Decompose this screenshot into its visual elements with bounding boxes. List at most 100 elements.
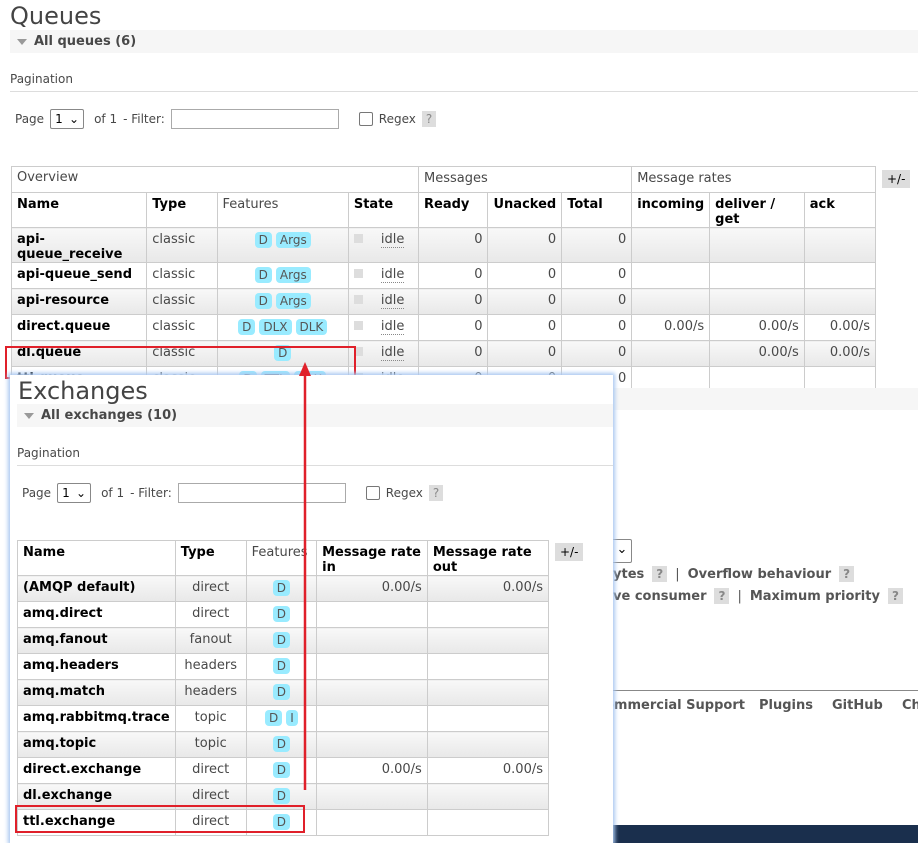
column-header[interactable]: incoming [631,192,711,228]
help-icon[interactable]: ? [652,566,668,582]
queue-ack: 0.00/s [803,340,877,367]
arg-bytes: ytes [613,566,645,582]
column-header[interactable]: State [347,192,420,228]
exchange-type: headers [174,679,247,706]
column-header[interactable]: ack [803,192,877,228]
column-header[interactable]: Message rate out [426,540,550,576]
arg-maximum-priority[interactable]: Maximum priority [750,589,880,604]
exchange-name-link[interactable]: amq.topic [17,731,176,758]
column-header[interactable]: Name [17,540,176,576]
state-indicator-icon [353,269,363,278]
column-header[interactable]: Name [10,192,148,228]
all-queues-toggle[interactable]: All queues (6) [10,30,918,53]
help-icon[interactable]: ? [839,566,855,582]
filter-label: - Filter: [130,486,172,500]
queue-state: idle [347,262,420,289]
column-header[interactable]: Type [174,540,247,576]
feature-badge: D [254,293,272,309]
exchange-name-link[interactable]: amq.match [17,679,176,706]
exchange-name-link[interactable]: (AMQP default) [17,575,176,602]
footer-link-github[interactable]: GitHub [832,698,883,713]
help-icon[interactable]: ? [887,588,903,604]
rate-in: 0.00/s [316,575,428,602]
column-header[interactable]: Unacked [487,192,563,228]
rate-out [426,601,550,628]
column-header[interactable]: Features [216,192,349,228]
exchange-name-link[interactable]: direct.exchange [17,757,176,784]
pagination-label: Pagination [17,446,613,466]
column-header[interactable]: deliver / get [709,192,805,228]
page-label: Page [22,486,52,500]
queue-state: idle [347,288,420,315]
feature-badge: D [238,319,256,335]
queue-unacked: 0 [487,262,563,289]
footer-link-commercial-support[interactable]: ommercial Support [605,698,745,713]
state-label: idle [380,293,405,309]
regex-checkbox[interactable] [365,486,380,500]
all-exchanges-toggle[interactable]: All exchanges (10) [17,404,613,427]
column-header[interactable]: Message rate in [316,540,428,576]
page-select[interactable]: 1 ⌄ [57,483,92,503]
exchange-type: fanout [174,627,247,654]
queue-name-link[interactable]: direct.queue [10,314,148,341]
rate-out [426,627,550,654]
exchange-name-link[interactable]: amq.headers [17,653,176,680]
queue-unacked: 0 [487,227,563,263]
regex-checkbox[interactable] [358,112,373,126]
footer-divider [613,690,918,691]
table-row[interactable]: (AMQP default) direct D 0.00/s 0.00/s [17,575,550,602]
table-row[interactable]: amq.direct direct D [17,601,550,628]
exchange-name-link[interactable]: amq.fanout [17,627,176,654]
exchange-type: topic [174,731,247,758]
queue-features: D Args [216,288,349,315]
queue-name-link[interactable]: api-resource [10,288,148,315]
column-header[interactable]: Type [146,192,218,228]
queue-deliver: 0.00/s [709,314,805,341]
footer-link-changelog[interactable]: Ch [902,698,918,713]
rate-in [316,653,428,680]
footer-link-plugins[interactable]: Plugins [759,698,813,713]
table-row[interactable]: direct.queue classic D DLX DLK idle 0 0 0 0.00/s 0… [10,314,877,341]
exchange-name-link[interactable]: amq.rabbitmq.trace [17,705,176,732]
table-row[interactable]: amq.fanout fanout D [17,627,550,654]
state-indicator-icon [353,234,363,243]
filter-input[interactable] [170,109,339,129]
page-select[interactable]: 1 ⌄ [50,109,85,129]
exchange-name-link[interactable]: amq.direct [17,601,176,628]
arg-overflow-behaviour[interactable]: Overflow behaviour [688,567,832,582]
queue-state: idle [347,314,420,341]
regex-label: Regex [385,486,423,500]
help-icon[interactable]: ? [428,485,444,501]
table-row[interactable]: api-queue_send classic D Args idle 0 0 0 [10,262,877,289]
table-row[interactable]: amq.headers headers D [17,653,550,680]
queue-unacked: 0 [487,340,563,367]
help-icon[interactable]: ? [714,588,730,604]
queue-deliver [709,262,805,289]
table-row[interactable]: amq.match headers D [17,679,550,706]
table-row[interactable]: amq.topic topic D [17,731,550,758]
table-row[interactable]: api-resource classic D Args idle 0 0 0 [10,288,877,315]
help-icon[interactable]: ? [421,111,437,127]
chevron-down-icon[interactable]: ⌄ [613,539,632,563]
separator: | [675,566,680,582]
column-header[interactable]: Ready [418,192,489,228]
columns-toggle-button[interactable]: +/- [555,543,584,561]
chevron-down-icon: ⌄ [76,486,87,500]
table-row[interactable]: direct.exchange direct D 0.00/s 0.00/s [17,757,550,784]
column-header[interactable]: Total [561,192,633,228]
table-row[interactable]: api-queue_receive classic D Args idle 0 0 0 [10,227,877,263]
columns-toggle-button[interactable]: +/- [882,170,911,188]
queue-ready: 0 [418,340,489,367]
rate-out: 0.00/s [426,757,550,784]
queue-type: classic [146,314,218,341]
table-row[interactable]: amq.rabbitmq.trace topic D I [17,705,550,732]
rate-out [426,705,550,732]
filter-input[interactable] [177,483,346,503]
rate-in [316,627,428,654]
queue-name-link[interactable]: api-queue_send [10,262,148,289]
feature-badge: D [272,684,291,700]
exchange-type: topic [174,705,247,732]
rate-in [316,731,428,758]
feature-badge: D [272,762,291,778]
queue-name-link[interactable]: api-queue_receive [10,227,148,263]
